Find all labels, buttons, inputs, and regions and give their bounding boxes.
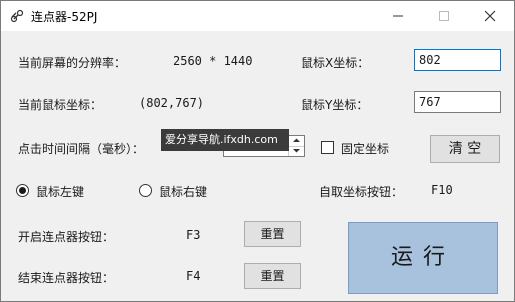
- caret-up-icon: [293, 138, 300, 142]
- stop-key-value: F4: [186, 269, 201, 283]
- left-button-radio[interactable]: [16, 184, 29, 197]
- mouse-coords-label: 当前鼠标坐标：: [18, 98, 103, 112]
- resolution-value: 2560 * 1440: [173, 54, 253, 68]
- auto-coord-key-value: F10: [431, 183, 453, 197]
- reset-stop-key-button[interactable]: 重置: [244, 263, 301, 289]
- maximize-icon: [439, 11, 449, 21]
- minimize-icon: [393, 15, 403, 17]
- interval-decrement-button[interactable]: [289, 146, 304, 156]
- run-button[interactable]: 运行: [348, 222, 498, 294]
- auto-coord-key-label: 自取坐标按钮：: [319, 185, 404, 199]
- mouse-coords-value: (802,767): [139, 96, 205, 110]
- title-bar[interactable]: 连点器-52PJ: [1, 1, 514, 31]
- stop-key-label: 结束连点器按钮：: [18, 271, 115, 285]
- start-key-value: F3: [186, 228, 201, 242]
- mouse-x-label: 鼠标X坐标：: [301, 56, 370, 70]
- fixed-coords-label[interactable]: 固定坐标: [341, 140, 389, 157]
- start-key-label: 开启连点器按钮：: [18, 230, 115, 244]
- clear-button[interactable]: 清 空: [430, 135, 500, 163]
- fixed-coords-checkbox[interactable]: [321, 141, 334, 154]
- reset-start-key-button[interactable]: 重置: [244, 221, 301, 247]
- window-title: 连点器-52PJ: [31, 10, 98, 24]
- interval-label: 点击时间间隔（毫秒）：: [18, 142, 145, 156]
- right-button-label[interactable]: 鼠标右键: [159, 183, 207, 200]
- left-button-label[interactable]: 鼠标左键: [36, 183, 84, 200]
- app-icon: [10, 9, 24, 23]
- watermark-banner: 爱分享导航.ifxdh.com: [161, 129, 289, 151]
- resolution-label: 当前屏幕的分辨率：: [18, 56, 127, 70]
- radio-selected-dot: [19, 187, 26, 194]
- close-button[interactable]: [467, 1, 513, 31]
- mouse-y-input[interactable]: 767: [414, 91, 501, 113]
- minimize-button[interactable]: [375, 1, 421, 31]
- close-icon: [484, 10, 496, 22]
- app-window: 连点器-52PJ 当前屏幕的分辨率： 2560 * 1440 鼠标X坐标： 80…: [0, 0, 515, 302]
- mouse-x-input[interactable]: 802: [414, 49, 501, 71]
- mouse-y-label: 鼠标Y坐标：: [301, 98, 369, 112]
- right-button-radio[interactable]: [139, 184, 152, 197]
- maximize-button[interactable]: [421, 1, 467, 31]
- caret-down-icon: [293, 149, 300, 153]
